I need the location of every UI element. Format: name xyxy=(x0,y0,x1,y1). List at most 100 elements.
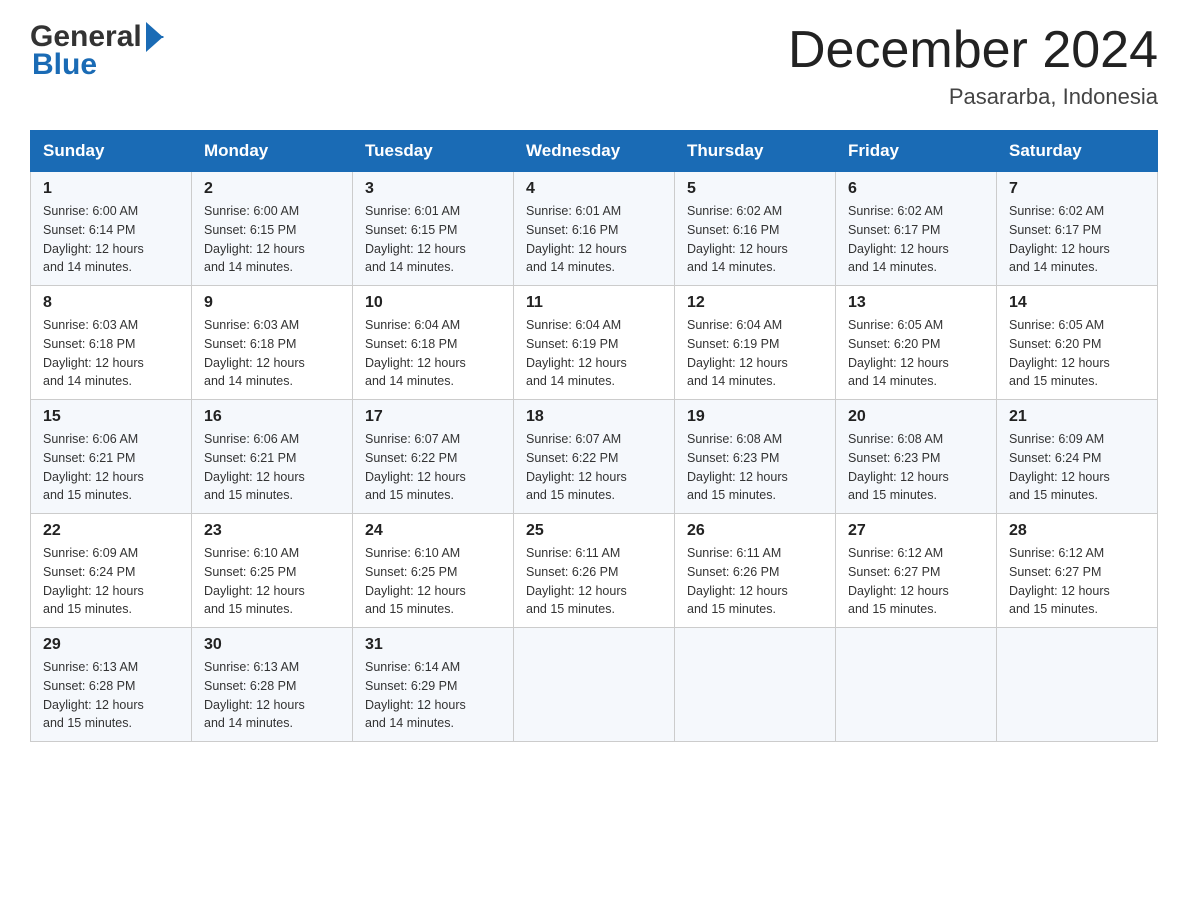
calendar-cell xyxy=(997,628,1158,742)
day-info: Sunrise: 6:07 AMSunset: 6:22 PMDaylight:… xyxy=(526,430,662,505)
day-number: 18 xyxy=(526,408,662,426)
calendar-cell: 6Sunrise: 6:02 AMSunset: 6:17 PMDaylight… xyxy=(836,172,997,286)
day-info: Sunrise: 6:13 AMSunset: 6:28 PMDaylight:… xyxy=(204,658,340,733)
day-info: Sunrise: 6:02 AMSunset: 6:17 PMDaylight:… xyxy=(1009,202,1145,277)
calendar-cell: 16Sunrise: 6:06 AMSunset: 6:21 PMDayligh… xyxy=(192,400,353,514)
day-info: Sunrise: 6:14 AMSunset: 6:29 PMDaylight:… xyxy=(365,658,501,733)
title-block: December 2024 Pasararba, Indonesia xyxy=(788,20,1158,110)
calendar-cell: 22 Sunrise: 6:09 AMSunset: 6:24 PMDayligh… xyxy=(31,514,192,628)
calendar-cell: 2 Sunrise: 6:00 AMSunset: 6:15 PMDaylight… xyxy=(192,172,353,286)
day-number: 30 xyxy=(204,636,340,654)
day-info: Sunrise: 6:05 AMSunset: 6:20 PMDaylight:… xyxy=(848,316,984,391)
day-header-sunday: Sunday xyxy=(31,131,192,172)
calendar-cell: 20Sunrise: 6:08 AMSunset: 6:23 PMDayligh… xyxy=(836,400,997,514)
calendar-cell: 29 Sunrise: 6:13 AMSunset: 6:28 PMDayligh… xyxy=(31,628,192,742)
day-info: Sunrise: 6:03 AMSunset: 6:18 PMDaylight:… xyxy=(204,316,340,391)
calendar-week-row: 15 Sunrise: 6:06 AMSunset: 6:21 PMDayligh… xyxy=(31,400,1158,514)
calendar-week-row: 8 Sunrise: 6:03 AMSunset: 6:18 PMDaylight… xyxy=(31,286,1158,400)
calendar-cell xyxy=(836,628,997,742)
calendar-cell xyxy=(514,628,675,742)
day-info: Sunrise: 6:04 AMSunset: 6:19 PMDaylight:… xyxy=(526,316,662,391)
day-number: 17 xyxy=(365,408,501,426)
day-number: 11 xyxy=(526,294,662,312)
day-info: Sunrise: 6:04 AMSunset: 6:19 PMDaylight:… xyxy=(687,316,823,391)
calendar-cell: 21 Sunrise: 6:09 AMSunset: 6:24 PMDayligh… xyxy=(997,400,1158,514)
day-header-tuesday: Tuesday xyxy=(353,131,514,172)
calendar-week-row: 29 Sunrise: 6:13 AMSunset: 6:28 PMDayligh… xyxy=(31,628,1158,742)
day-number: 12 xyxy=(687,294,823,312)
calendar-cell: 19Sunrise: 6:08 AMSunset: 6:23 PMDayligh… xyxy=(675,400,836,514)
page-header: General Blue December 2024 Pasararba, In… xyxy=(30,20,1158,110)
day-number: 27 xyxy=(848,522,984,540)
calendar-cell: 25 Sunrise: 6:11 AMSunset: 6:26 PMDayligh… xyxy=(514,514,675,628)
calendar-week-row: 1 Sunrise: 6:00 AMSunset: 6:14 PMDaylight… xyxy=(31,172,1158,286)
day-info: Sunrise: 6:02 AMSunset: 6:16 PMDaylight:… xyxy=(687,202,823,277)
calendar-cell: 11 Sunrise: 6:04 AMSunset: 6:19 PMDayligh… xyxy=(514,286,675,400)
day-number: 5 xyxy=(687,180,823,198)
day-number: 24 xyxy=(365,522,501,540)
day-info: Sunrise: 6:13 AMSunset: 6:28 PMDaylight:… xyxy=(43,658,179,733)
calendar-cell: 17 Sunrise: 6:07 AMSunset: 6:22 PMDayligh… xyxy=(353,400,514,514)
day-number: 7 xyxy=(1009,180,1145,198)
day-header-thursday: Thursday xyxy=(675,131,836,172)
logo: General Blue xyxy=(30,20,164,82)
calendar-cell: 12 Sunrise: 6:04 AMSunset: 6:19 PMDayligh… xyxy=(675,286,836,400)
calendar-week-row: 22 Sunrise: 6:09 AMSunset: 6:24 PMDayligh… xyxy=(31,514,1158,628)
calendar-cell: 18 Sunrise: 6:07 AMSunset: 6:22 PMDayligh… xyxy=(514,400,675,514)
calendar-cell: 10Sunrise: 6:04 AMSunset: 6:18 PMDayligh… xyxy=(353,286,514,400)
day-number: 21 xyxy=(1009,408,1145,426)
day-info: Sunrise: 6:08 AMSunset: 6:23 PMDaylight:… xyxy=(687,430,823,505)
calendar-header-row: SundayMondayTuesdayWednesdayThursdayFrid… xyxy=(31,131,1158,172)
calendar-table: SundayMondayTuesdayWednesdayThursdayFrid… xyxy=(30,130,1158,742)
day-info: Sunrise: 6:03 AMSunset: 6:18 PMDaylight:… xyxy=(43,316,179,391)
calendar-cell: 7 Sunrise: 6:02 AMSunset: 6:17 PMDaylight… xyxy=(997,172,1158,286)
calendar-cell: 27Sunrise: 6:12 AMSunset: 6:27 PMDayligh… xyxy=(836,514,997,628)
day-number: 2 xyxy=(204,180,340,198)
day-info: Sunrise: 6:06 AMSunset: 6:21 PMDaylight:… xyxy=(204,430,340,505)
day-info: Sunrise: 6:01 AMSunset: 6:16 PMDaylight:… xyxy=(526,202,662,277)
day-number: 8 xyxy=(43,294,179,312)
calendar-cell: 5 Sunrise: 6:02 AMSunset: 6:16 PMDaylight… xyxy=(675,172,836,286)
calendar-cell: 13 Sunrise: 6:05 AMSunset: 6:20 PMDayligh… xyxy=(836,286,997,400)
day-info: Sunrise: 6:09 AMSunset: 6:24 PMDaylight:… xyxy=(1009,430,1145,505)
calendar-cell: 31 Sunrise: 6:14 AMSunset: 6:29 PMDayligh… xyxy=(353,628,514,742)
day-number: 31 xyxy=(365,636,501,654)
day-info: Sunrise: 6:05 AMSunset: 6:20 PMDaylight:… xyxy=(1009,316,1145,391)
day-info: Sunrise: 6:11 AMSunset: 6:26 PMDaylight:… xyxy=(687,544,823,619)
day-info: Sunrise: 6:07 AMSunset: 6:22 PMDaylight:… xyxy=(365,430,501,505)
day-number: 28 xyxy=(1009,522,1145,540)
day-number: 15 xyxy=(43,408,179,426)
day-info: Sunrise: 6:12 AMSunset: 6:27 PMDaylight:… xyxy=(1009,544,1145,619)
day-number: 14 xyxy=(1009,294,1145,312)
day-number: 1 xyxy=(43,180,179,198)
day-number: 23 xyxy=(204,522,340,540)
calendar-cell: 4Sunrise: 6:01 AMSunset: 6:16 PMDaylight… xyxy=(514,172,675,286)
calendar-cell: 9Sunrise: 6:03 AMSunset: 6:18 PMDaylight… xyxy=(192,286,353,400)
day-number: 13 xyxy=(848,294,984,312)
calendar-cell: 28 Sunrise: 6:12 AMSunset: 6:27 PMDayligh… xyxy=(997,514,1158,628)
calendar-cell: 1 Sunrise: 6:00 AMSunset: 6:14 PMDaylight… xyxy=(31,172,192,286)
day-number: 29 xyxy=(43,636,179,654)
day-info: Sunrise: 6:00 AMSunset: 6:14 PMDaylight:… xyxy=(43,202,179,277)
day-info: Sunrise: 6:10 AMSunset: 6:25 PMDaylight:… xyxy=(204,544,340,619)
day-info: Sunrise: 6:11 AMSunset: 6:26 PMDaylight:… xyxy=(526,544,662,619)
day-info: Sunrise: 6:06 AMSunset: 6:21 PMDaylight:… xyxy=(43,430,179,505)
day-number: 10 xyxy=(365,294,501,312)
day-info: Sunrise: 6:10 AMSunset: 6:25 PMDaylight:… xyxy=(365,544,501,619)
day-header-saturday: Saturday xyxy=(997,131,1158,172)
calendar-cell xyxy=(675,628,836,742)
calendar-cell: 15 Sunrise: 6:06 AMSunset: 6:21 PMDayligh… xyxy=(31,400,192,514)
day-header-monday: Monday xyxy=(192,131,353,172)
calendar-cell: 24 Sunrise: 6:10 AMSunset: 6:25 PMDayligh… xyxy=(353,514,514,628)
location-title: Pasararba, Indonesia xyxy=(788,84,1158,110)
calendar-cell: 8 Sunrise: 6:03 AMSunset: 6:18 PMDaylight… xyxy=(31,286,192,400)
day-header-wednesday: Wednesday xyxy=(514,131,675,172)
day-number: 25 xyxy=(526,522,662,540)
day-number: 22 xyxy=(43,522,179,540)
day-info: Sunrise: 6:08 AMSunset: 6:23 PMDaylight:… xyxy=(848,430,984,505)
calendar-cell: 26Sunrise: 6:11 AMSunset: 6:26 PMDayligh… xyxy=(675,514,836,628)
day-number: 3 xyxy=(365,180,501,198)
day-info: Sunrise: 6:09 AMSunset: 6:24 PMDaylight:… xyxy=(43,544,179,619)
day-info: Sunrise: 6:02 AMSunset: 6:17 PMDaylight:… xyxy=(848,202,984,277)
day-info: Sunrise: 6:00 AMSunset: 6:15 PMDaylight:… xyxy=(204,202,340,277)
